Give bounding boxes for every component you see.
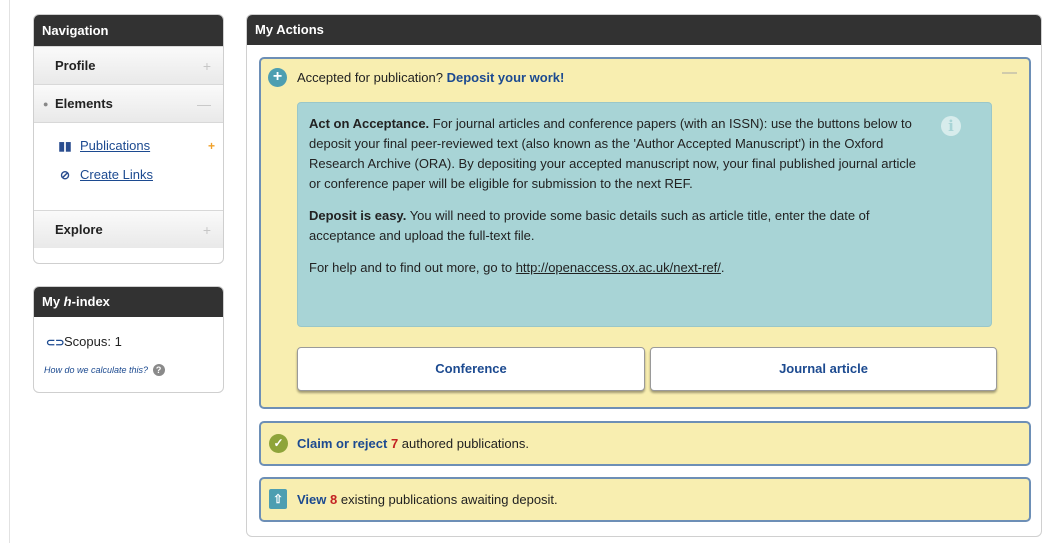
add-icon[interactable]: +	[208, 133, 215, 159]
accepted-title: Accepted for publication? Deposit your w…	[297, 70, 564, 85]
info-p3-end: .	[720, 260, 725, 275]
hindex-title-prefix: My	[42, 294, 64, 309]
expand-icon[interactable]: +	[203, 211, 211, 249]
nav-item-label: Elements	[55, 96, 113, 111]
calc-help-link[interactable]: How do we calculate this?	[44, 365, 148, 375]
publications-link[interactable]: Publications	[80, 138, 150, 153]
nav-item-elements[interactable]: ● Elements —	[34, 84, 223, 122]
next-ref-link[interactable]: http://openaccess.ox.ac.uk/next-ref/	[516, 260, 721, 275]
sub-link-publications[interactable]: ▮▮ Publications +	[34, 133, 223, 159]
hindex-panel: My h-index ⊂⊃Scopus: 1 How do we calcula…	[33, 286, 224, 393]
help-icon[interactable]: ?	[152, 364, 165, 376]
accepted-for-publication-box: + Accepted for publication? Deposit your…	[259, 57, 1031, 409]
elements-submenu: ▮▮ Publications + ⊘ Create Links	[34, 122, 223, 210]
nav-item-profile[interactable]: Profile +	[34, 46, 223, 84]
navigation-panel: Navigation Profile + ● Elements — ▮▮ Pub…	[33, 14, 224, 264]
plus-circle-icon: +	[268, 68, 287, 87]
conference-button[interactable]: Conference	[297, 347, 645, 391]
navigation-title: Navigation	[34, 15, 223, 46]
view-text: View 8 existing publications awaiting de…	[297, 492, 558, 507]
collapse-icon[interactable]: —	[197, 85, 211, 123]
scopus-icon: ⊂⊃	[46, 337, 65, 349]
calc-help[interactable]: How do we calculate this? ?	[44, 364, 165, 376]
info-p3-text: For help and to find out more, go to	[309, 260, 516, 275]
create-links-link[interactable]: Create Links	[80, 167, 153, 182]
collapse-icon[interactable]: —	[1002, 64, 1017, 81]
my-actions-panel: My Actions + Accepted for publication? D…	[246, 14, 1042, 537]
info-paragraph-2: Deposit is easy. You will need to provid…	[309, 206, 931, 246]
claim-reject-text: Claim or reject 7 authored publications.	[297, 436, 529, 451]
claim-or-reject-link[interactable]: Claim or reject	[297, 436, 387, 451]
page-left-rule	[9, 0, 10, 543]
view-rest-text: existing publications awaiting deposit.	[337, 492, 558, 507]
bullet-icon: ●	[43, 99, 49, 109]
accepted-prefix: Accepted for publication?	[297, 70, 447, 85]
info-paragraph-3: For help and to find out more, go to htt…	[309, 258, 931, 278]
journal-article-button[interactable]: Journal article	[650, 347, 997, 391]
scopus-row: ⊂⊃Scopus: 1	[46, 334, 122, 349]
deposit-your-work-link[interactable]: Deposit your work!	[447, 70, 565, 85]
info-p2-bold: Deposit is easy.	[309, 208, 407, 223]
info-paragraph-1: Act on Acceptance. For journal articles …	[309, 114, 931, 194]
upload-icon: ⇧	[269, 489, 287, 509]
my-actions-title: My Actions	[247, 15, 1041, 45]
claim-text: authored publications.	[398, 436, 529, 451]
link-icon: ⊘	[59, 168, 71, 182]
hindex-title-h: h	[63, 294, 72, 309]
check-circle-icon: ✓	[269, 434, 288, 453]
scopus-value: Scopus: 1	[64, 334, 122, 349]
nav-item-label: Profile	[55, 58, 96, 73]
hindex-title-suffix: -index	[71, 294, 110, 309]
view-link[interactable]: View	[297, 492, 326, 507]
info-icon: i	[941, 116, 961, 136]
act-on-acceptance-info: i Act on Acceptance. For journal article…	[297, 102, 992, 327]
nav-item-label: Explore	[55, 222, 103, 237]
nav-item-explore[interactable]: Explore +	[34, 210, 223, 248]
info-p1-bold: Act on Acceptance.	[309, 116, 430, 131]
books-icon: ▮▮	[58, 139, 72, 153]
view-awaiting-deposit-row: ⇧ View 8 existing publications awaiting …	[259, 477, 1031, 522]
sub-link-create-links[interactable]: ⊘ Create Links	[34, 162, 223, 188]
claim-reject-row: ✓ Claim or reject 7 authored publication…	[259, 421, 1031, 466]
expand-icon[interactable]: +	[203, 47, 211, 85]
hindex-title: My h-index	[34, 287, 223, 317]
